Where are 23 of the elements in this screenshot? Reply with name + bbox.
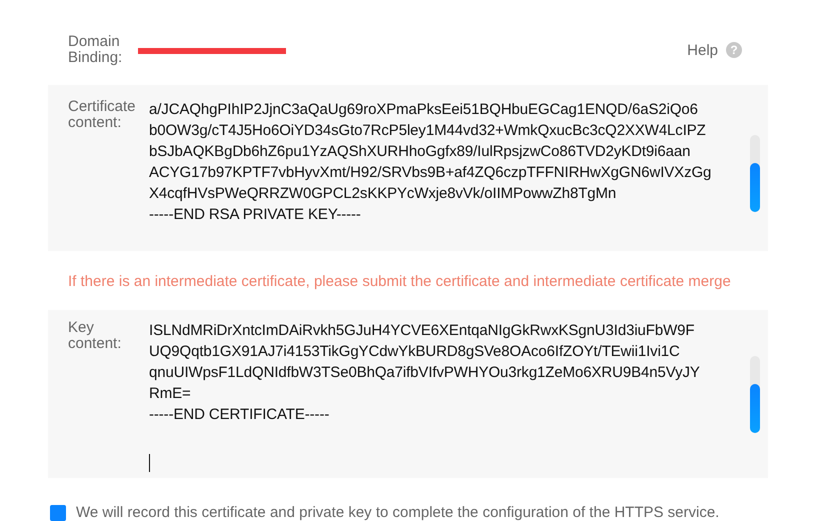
- code-line: -----END CERTIFICATE-----: [149, 404, 330, 425]
- code-line: qnuUIWpsF1LdQNIdfbW3TSe0BhQa7ifbVIfvPWHYOu3rkg1ZeMo6XRU9B4n5VyJY: [149, 362, 700, 383]
- field-label: Certificate content:: [68, 98, 137, 132]
- code-line: X4cqfHVsPWeQRRZW0GPCL2sKKPYcWxje8vVk/oIIMPowwZh8TgMn: [149, 184, 618, 204]
- code-line: RmE=: [149, 384, 192, 404]
- field-label: Key content:: [68, 320, 122, 354]
- code-line: UQ9Qqtb1GX91AJ7i4153TikGgYCdwYkBURD8gSVe8OAco6IfZOYt/TEwii1Ivi1C: [149, 342, 681, 362]
- code-line: bSJbAQKBgDb6hZ6pu1YzAQShXURHhoGgfx89/IulRpsjzwCo86TVD2yKDt9i6aan: [149, 142, 692, 162]
- scrollbar[interactable]: [750, 134, 760, 212]
- field-label: Domain Binding:: [68, 34, 124, 66]
- scrollbar[interactable]: [750, 356, 760, 433]
- help-link[interactable]: Help: [687, 42, 718, 59]
- checkbox-label: We will record this certificate and private key to complete the configuration of the HTTPS service.: [76, 504, 720, 521]
- code-line: ACYG17b97KPTF7vbHyvXmt/H92/SRVbs9B+af4ZQ6czpTFFNIRHwXgGN6wIVXzGg: [149, 162, 712, 182]
- code-line: ISLNdMRiDrXntcImDAiRvkh5GJuH4YCVE6XEntqaNIgGkRwxKSgnU3Id3iuFbW9F: [149, 320, 696, 341]
- code-line: a/JCAQhgPIhIP2JjnC3aQaUg69roXPmaPksEei51BQHbuEGCag1ENQD/6aS2iQo6: [149, 100, 699, 120]
- text-area[interactable]: [48, 310, 768, 478]
- checkbox[interactable]: [50, 504, 66, 520]
- text-area[interactable]: [48, 84, 768, 251]
- code-line: b0OW3g/cT4J5Ho6OiYD34sGto7RcP5ley1M44vd32+WmkQxucBc3cQ2XXW4LcIPZ: [149, 120, 707, 140]
- text-cursor: [149, 454, 150, 472]
- code-line: -----END RSA PRIVATE KEY-----: [149, 204, 362, 224]
- notice-text: If there is an intermediate certificate, please submit the certificate and intermediate certificate merge: [67, 272, 732, 292]
